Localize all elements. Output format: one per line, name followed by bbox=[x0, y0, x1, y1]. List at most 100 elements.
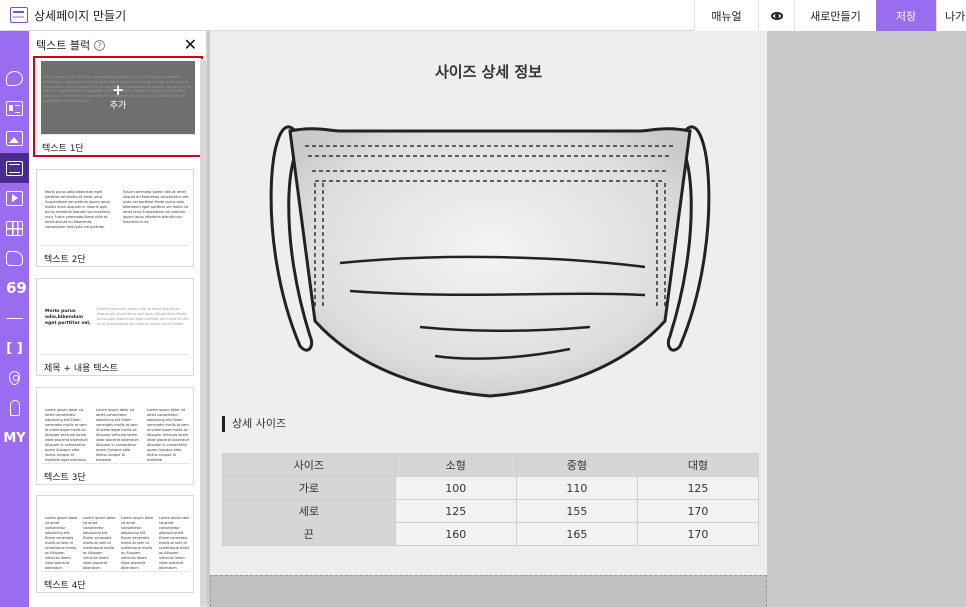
app-title: 상세페이지 만들기 bbox=[34, 8, 127, 23]
table-cell: 170 bbox=[636, 522, 760, 546]
table-cell: 160 bbox=[394, 522, 517, 546]
rail-palette[interactable] bbox=[0, 63, 29, 93]
thumbnail-text: Fusce commodo libero nibh at amet alique… bbox=[123, 190, 189, 224]
image-icon bbox=[6, 130, 23, 146]
panel-scrollbar[interactable] bbox=[200, 59, 206, 607]
page-title: 사이즈 상세 정보 bbox=[434, 63, 543, 81]
table-header: 소형 bbox=[394, 453, 517, 477]
thumbnail-text: Lorem ipsum dolor sit amet consectetur a… bbox=[96, 408, 139, 462]
panel-header: 텍스트 블럭 ? ✕ bbox=[29, 31, 207, 59]
block-card-text-2col[interactable]: Morbi purus odio,bibendum eget porttitor… bbox=[36, 169, 194, 267]
top-actions: 매뉴얼 새로만들기 저장 나가기 bbox=[694, 0, 966, 31]
rail-video[interactable] bbox=[0, 183, 29, 213]
bracket-icon: [ ] bbox=[6, 340, 23, 356]
thumbnail-heading: Morbi purus odio,bibendum eget porttitor… bbox=[45, 309, 91, 326]
next-block-dropzone[interactable] bbox=[210, 575, 767, 607]
table-cell: 세로 bbox=[222, 499, 396, 523]
app-logo-icon bbox=[10, 7, 28, 23]
rail-shape[interactable] bbox=[0, 243, 29, 273]
thumbnail-text: Lorem ipsum dolor sit amet consectetur a… bbox=[45, 408, 88, 462]
rail-image[interactable] bbox=[0, 123, 29, 153]
top-bar: 상세페이지 만들기 매뉴얼 새로만들기 저장 나가기 bbox=[0, 0, 966, 31]
scrollbar-thumb[interactable] bbox=[200, 59, 206, 607]
section-title: 상세 사이즈 bbox=[222, 416, 286, 432]
wrench-icon bbox=[9, 400, 20, 416]
rail-my[interactable]: MY bbox=[0, 423, 29, 453]
table-row: 가로 100 110 125 bbox=[222, 476, 760, 500]
table-cell: 125 bbox=[636, 476, 760, 500]
detail-page[interactable]: 사이즈 상세 정보 상세 사이즈 사이즈 소형 중형 대형 가로 100 110… bbox=[210, 31, 767, 576]
block-card-text-1col[interactable]: Lorem ipsum dolor sit amet consectetur a… bbox=[33, 56, 203, 157]
my-icon: MY bbox=[3, 430, 26, 446]
rail-bracket[interactable]: [ ] bbox=[0, 333, 29, 363]
block-label: 텍스트 2단 bbox=[44, 255, 86, 265]
mask-size-illustration bbox=[269, 125, 711, 398]
table-header-row: 사이즈 소형 중형 대형 bbox=[222, 453, 760, 477]
palette-icon bbox=[6, 70, 23, 86]
block-thumbnail: Lorem ipsum dolor sit amet consectetur a… bbox=[41, 500, 189, 572]
editor-canvas: 사이즈 상세 정보 상세 사이즈 사이즈 소형 중형 대형 가로 100 110… bbox=[207, 31, 966, 607]
table-cell: 170 bbox=[636, 499, 760, 523]
plus-icon: + bbox=[111, 81, 125, 99]
block-thumbnail: Morbi purus odio,bibendum eget porttitor… bbox=[41, 283, 189, 355]
rail-map[interactable] bbox=[0, 363, 29, 393]
rail-tools[interactable] bbox=[0, 393, 29, 423]
help-icon[interactable]: ? bbox=[94, 39, 106, 51]
size-table[interactable]: 사이즈 소형 중형 대형 가로 100 110 125 세로 125 155 1 bbox=[222, 453, 760, 546]
tool-rail: 69 [ ] MY bbox=[0, 31, 29, 607]
block-label: 텍스트 3단 bbox=[44, 473, 86, 483]
add-overlay[interactable]: + 추가 bbox=[41, 61, 195, 134]
table-header: 사이즈 bbox=[222, 453, 396, 477]
video-icon bbox=[6, 190, 23, 206]
thumbnail-text: Morbi purus odio,bibendum eget porttitor… bbox=[45, 190, 111, 229]
table-icon bbox=[6, 220, 23, 236]
thumbnail-text: Lorem ipsum dolor sit amet consectetur a… bbox=[159, 516, 189, 570]
table-cell: 125 bbox=[394, 499, 517, 523]
panel-title: 텍스트 블럭 bbox=[36, 39, 91, 52]
save-button[interactable]: 저장 bbox=[876, 0, 936, 31]
new-button[interactable]: 새로만들기 bbox=[794, 0, 876, 31]
block-thumbnail: Lorem ipsum dolor sit amet consectetur a… bbox=[41, 61, 195, 135]
preview-button[interactable] bbox=[758, 0, 794, 31]
block-card-title-content[interactable]: Morbi purus odio,bibendum eget porttitor… bbox=[36, 278, 194, 376]
thumbnail-text: Lorem ipsum dolor sit amet consectetur a… bbox=[83, 516, 116, 570]
close-icon[interactable]: ✕ bbox=[184, 35, 197, 55]
table-header: 대형 bbox=[636, 453, 760, 477]
image-text-icon bbox=[6, 100, 23, 116]
rail-image-text[interactable] bbox=[0, 93, 29, 123]
block-thumbnail: Lorem ipsum dolor sit amet consectetur a… bbox=[41, 392, 189, 464]
block-label: 텍스트 1단 bbox=[42, 144, 84, 154]
block-label: 제목 + 내용 텍스트 bbox=[44, 364, 119, 374]
table-cell: 가로 bbox=[222, 476, 396, 500]
block-label: 텍스트 4단 bbox=[44, 581, 86, 591]
divider-icon bbox=[6, 311, 23, 326]
text-block-panel: 텍스트 블럭 ? ✕ Lorem ipsum dolor sit amet co… bbox=[29, 31, 207, 607]
block-card-text-3col[interactable]: Lorem ipsum dolor sit amet consectetur a… bbox=[36, 387, 194, 485]
shape-icon bbox=[6, 250, 23, 266]
exit-button[interactable]: 나가기 bbox=[936, 0, 966, 31]
rail-quote[interactable]: 69 bbox=[0, 273, 29, 303]
quote-icon: 69 bbox=[6, 278, 27, 297]
thumbnail-text: Lorem ipsum dolor sit amet consectetur a… bbox=[121, 516, 154, 570]
thumbnail-text: Lorem ipsum dolor sit amet consectetur a… bbox=[45, 516, 78, 570]
map-pin-icon bbox=[9, 371, 20, 385]
table-header: 중형 bbox=[515, 453, 638, 477]
add-label: 추가 bbox=[109, 101, 127, 111]
rail-text-block[interactable] bbox=[0, 153, 29, 183]
eye-icon bbox=[770, 11, 783, 20]
table-cell: 110 bbox=[515, 476, 638, 500]
rail-table[interactable] bbox=[0, 213, 29, 243]
block-card-text-4col[interactable]: Lorem ipsum dolor sit amet consectetur a… bbox=[36, 495, 194, 593]
table-cell: 165 bbox=[515, 522, 638, 546]
text-block-icon bbox=[6, 160, 23, 176]
table-row: 끈 160 165 170 bbox=[222, 522, 760, 546]
table-cell: 100 bbox=[394, 476, 517, 500]
manual-button[interactable]: 매뉴얼 bbox=[694, 0, 758, 31]
thumbnail-text: Lorem ipsum dolor sit amet consectetur a… bbox=[147, 408, 189, 462]
rail-divider[interactable] bbox=[0, 303, 29, 333]
table-cell: 155 bbox=[515, 499, 638, 523]
table-row: 세로 125 155 170 bbox=[222, 499, 760, 523]
block-thumbnail: Morbi purus odio,bibendum eget porttitor… bbox=[41, 174, 189, 246]
thumbnail-text: Lorem commodo libero nibh at amet alique… bbox=[97, 307, 189, 326]
table-cell: 끈 bbox=[222, 522, 396, 546]
